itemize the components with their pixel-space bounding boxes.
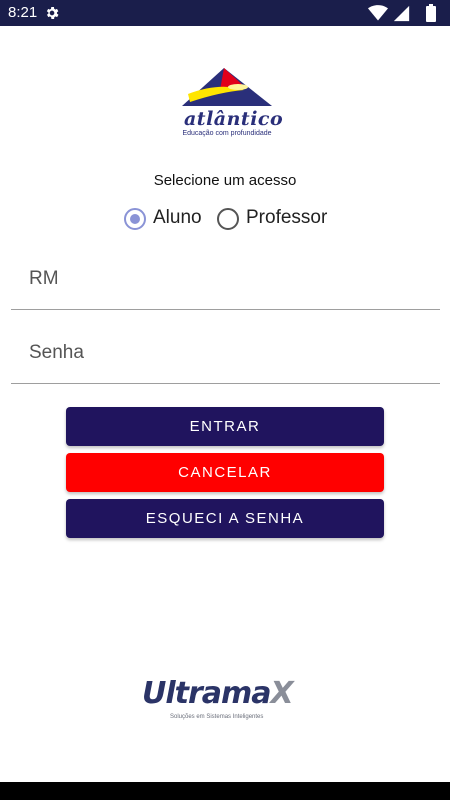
ultramax-logo-word: Ultrama [142, 676, 272, 711]
ultramax-logo: UltramaX [142, 676, 294, 711]
ultramax-logo-x: X [270, 676, 294, 711]
wifi-icon [368, 5, 388, 21]
signal-icon [393, 5, 410, 22]
access-label: Selecione um acesso [153, 172, 297, 189]
battery-icon [426, 4, 436, 22]
password-field-underline [11, 383, 440, 384]
logo-word: atlântico [184, 108, 284, 130]
password-field[interactable]: Senha [29, 342, 84, 364]
status-bar: 8:21 [0, 0, 450, 26]
rm-field[interactable]: RM [29, 268, 59, 290]
cancel-button[interactable]: CANCELAR [66, 453, 384, 492]
logo-tagline: Educação com profundidade [182, 130, 272, 137]
rm-field-underline [11, 309, 440, 310]
gear-icon [46, 7, 59, 19]
ultramax-tagline: Soluções em Sistemas Inteligentes [170, 714, 264, 720]
navigation-bar [0, 782, 450, 800]
status-time: 8:21 [8, 4, 38, 21]
radio-aluno[interactable] [124, 208, 146, 230]
radio-professor[interactable] [217, 208, 239, 230]
forgot-password-button[interactable]: ESQUECI A SENHA [66, 499, 384, 538]
radio-professor-label[interactable]: Professor [246, 207, 327, 229]
radio-aluno-label[interactable]: Aluno [153, 207, 202, 229]
enter-button[interactable]: ENTRAR [66, 407, 384, 446]
